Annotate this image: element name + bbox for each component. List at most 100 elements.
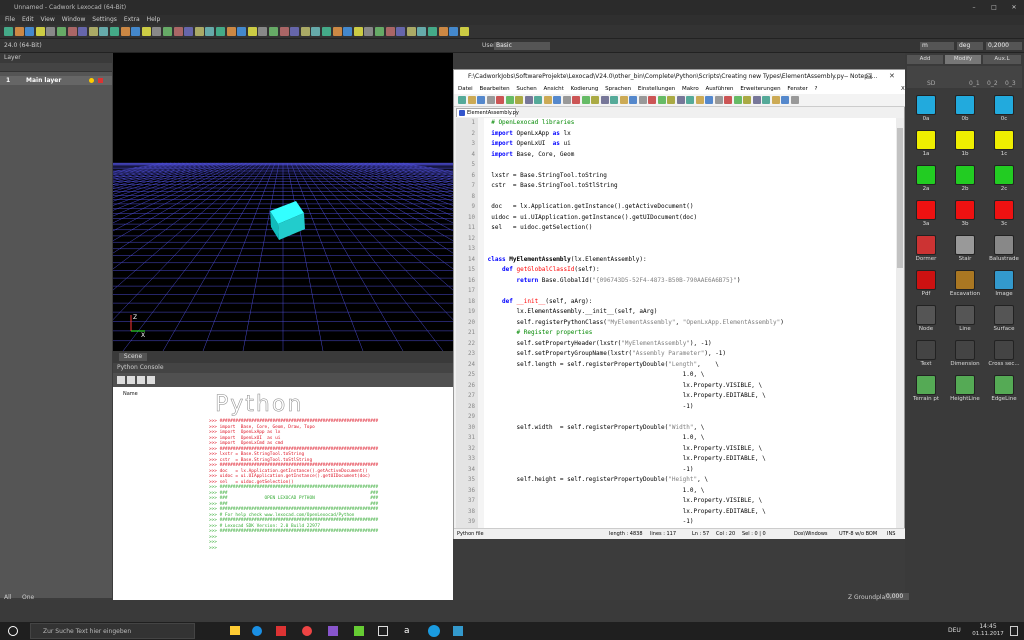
- tab-add[interactable]: Add: [907, 55, 943, 64]
- npp-toolbar-icon[interactable]: [572, 96, 580, 104]
- lock-icon[interactable]: [98, 78, 103, 83]
- toolbar-icon[interactable]: [88, 27, 98, 36]
- toolbar-icon[interactable]: [332, 27, 342, 36]
- status-all[interactable]: All: [4, 594, 11, 601]
- notepad-close-icon[interactable]: ✕: [889, 72, 895, 80]
- npp-menu-ausfuehren[interactable]: Ausführen: [706, 86, 734, 92]
- amazon-icon[interactable]: a: [404, 626, 414, 636]
- npp-menu-help[interactable]: ?: [815, 86, 818, 92]
- edge-icon[interactable]: [252, 626, 262, 636]
- npp-toolbar-icon[interactable]: [629, 96, 637, 104]
- code-editor[interactable]: # OpenLexocad libraries import OpenLxApp…: [484, 118, 896, 528]
- window-icon[interactable]: [378, 626, 388, 636]
- npp-toolbar-icon[interactable]: [458, 96, 466, 104]
- lexocad-icon[interactable]: [428, 625, 440, 637]
- unit-select[interactable]: m: [920, 42, 954, 50]
- element-tool-3a[interactable]: 3a: [907, 198, 945, 232]
- element-tool-pdf[interactable]: Pdf: [907, 268, 945, 302]
- toolbar-icon[interactable]: [311, 27, 321, 36]
- npp-menu-datei[interactable]: Datei: [458, 86, 473, 92]
- element-tool-image[interactable]: Image: [985, 268, 1023, 302]
- element-tool-excavation[interactable]: Excavation: [946, 268, 984, 302]
- element-tool-balustrade[interactable]: Balustrade: [985, 233, 1023, 267]
- menu-file[interactable]: File: [5, 15, 15, 25]
- npp-toolbar-icon[interactable]: [724, 96, 732, 104]
- toolbar-icon[interactable]: [258, 27, 268, 36]
- npp-toolbar-icon[interactable]: [762, 96, 770, 104]
- new-script-icon[interactable]: [117, 376, 125, 384]
- toolbar-icon[interactable]: [226, 27, 236, 36]
- toolbar-icon[interactable]: [99, 27, 109, 36]
- npp-menu-erweiterungen[interactable]: Erweiterungen: [740, 86, 780, 92]
- npp-toolbar-icon[interactable]: [695, 96, 704, 104]
- groundplate-value[interactable]: 0,000: [885, 593, 909, 600]
- toolbar-icon[interactable]: [4, 27, 13, 36]
- element-tool-line[interactable]: Line: [946, 303, 984, 337]
- toolbar-icon[interactable]: [25, 27, 35, 36]
- element-tool-terrain-pt[interactable]: Terrain pt: [907, 373, 945, 407]
- cube-object[interactable]: [113, 53, 453, 351]
- open-script-icon[interactable]: [127, 376, 135, 384]
- app-icon[interactable]: [276, 626, 286, 636]
- toolbar-icon[interactable]: [438, 27, 448, 36]
- npp-toolbar-icon[interactable]: [771, 96, 780, 104]
- toolbar-icon[interactable]: [459, 27, 469, 36]
- npp-toolbar-icon[interactable]: [477, 96, 485, 104]
- npp-toolbar-icon[interactable]: [781, 96, 789, 104]
- npp-menu-fenster[interactable]: Fenster: [787, 86, 807, 92]
- toolbar-icon[interactable]: [194, 27, 204, 36]
- toolbar-icon[interactable]: [396, 27, 406, 36]
- toolbar-icon[interactable]: [152, 27, 162, 36]
- element-tool-dormer[interactable]: Dormer: [907, 233, 945, 267]
- notepad-plus-icon[interactable]: [354, 626, 364, 636]
- npp-menu-kodierung[interactable]: Kodierung: [571, 86, 599, 92]
- toolbar-icon[interactable]: [131, 27, 141, 36]
- toolbar-icon[interactable]: [428, 27, 437, 36]
- npp-menu-suchen[interactable]: Suchen: [516, 86, 536, 92]
- npp-toolbar-icon[interactable]: [524, 96, 533, 104]
- file-explorer-icon[interactable]: [230, 626, 240, 635]
- toolbar-icon[interactable]: [449, 27, 459, 36]
- layer-row[interactable]: 1 Main layer: [0, 76, 112, 85]
- npp-toolbar-icon[interactable]: [553, 96, 561, 104]
- npp-toolbar-icon[interactable]: [515, 96, 523, 104]
- npp-menu-einstellungen[interactable]: Einstellungen: [638, 86, 675, 92]
- toolbar-icon[interactable]: [247, 27, 257, 36]
- notepad-minimize-icon[interactable]: –: [844, 72, 848, 80]
- snap-value-field[interactable]: 0,2000: [986, 42, 1022, 50]
- element-tool-0b[interactable]: 0b: [946, 93, 984, 127]
- menu-help[interactable]: Help: [147, 15, 161, 25]
- element-tool-text[interactable]: Text: [907, 338, 945, 372]
- 3d-viewport[interactable]: Z X: [113, 53, 453, 351]
- toolbar-icon[interactable]: [216, 27, 225, 36]
- app-icon-2[interactable]: [453, 626, 463, 636]
- menu-edit[interactable]: Edit: [22, 15, 34, 25]
- element-tool-2b[interactable]: 2b: [946, 163, 984, 197]
- element-tool-1b[interactable]: 1b: [946, 128, 984, 162]
- toolbar-icon[interactable]: [237, 27, 247, 36]
- toolbar-icon[interactable]: [46, 27, 56, 36]
- menu-settings[interactable]: Settings: [92, 15, 117, 25]
- toolbar-icon[interactable]: [300, 27, 310, 36]
- element-tool-stair[interactable]: Stair: [946, 233, 984, 267]
- npp-toolbar-icon[interactable]: [581, 96, 590, 104]
- toolbar-icon[interactable]: [343, 27, 353, 36]
- element-tool-3c[interactable]: 3c: [985, 198, 1023, 232]
- toolbar-icon[interactable]: [184, 27, 194, 36]
- npp-toolbar-icon[interactable]: [686, 96, 694, 104]
- sub-tab-0-3[interactable]: 0_3: [1005, 80, 1016, 87]
- notification-icon[interactable]: [1010, 626, 1018, 636]
- element-tool-dimension[interactable]: Dimension: [946, 338, 984, 372]
- npp-toolbar-icon[interactable]: [619, 96, 628, 104]
- user-select[interactable]: Basic: [494, 42, 550, 50]
- npp-toolbar-icon[interactable]: [534, 96, 542, 104]
- taskbar-search[interactable]: Zur Suche Text hier eingeben: [30, 623, 195, 639]
- toolbar-icon[interactable]: [110, 27, 119, 36]
- element-tool-3b[interactable]: 3b: [946, 198, 984, 232]
- element-tool-cross-sec-[interactable]: Cross sec...: [985, 338, 1023, 372]
- element-tool-heightline[interactable]: HeightLine: [946, 373, 984, 407]
- save-script-icon[interactable]: [137, 376, 145, 384]
- npp-toolbar-icon[interactable]: [657, 96, 666, 104]
- vertical-scrollbar[interactable]: [896, 118, 904, 528]
- sub-tab-sd[interactable]: SD: [927, 80, 935, 87]
